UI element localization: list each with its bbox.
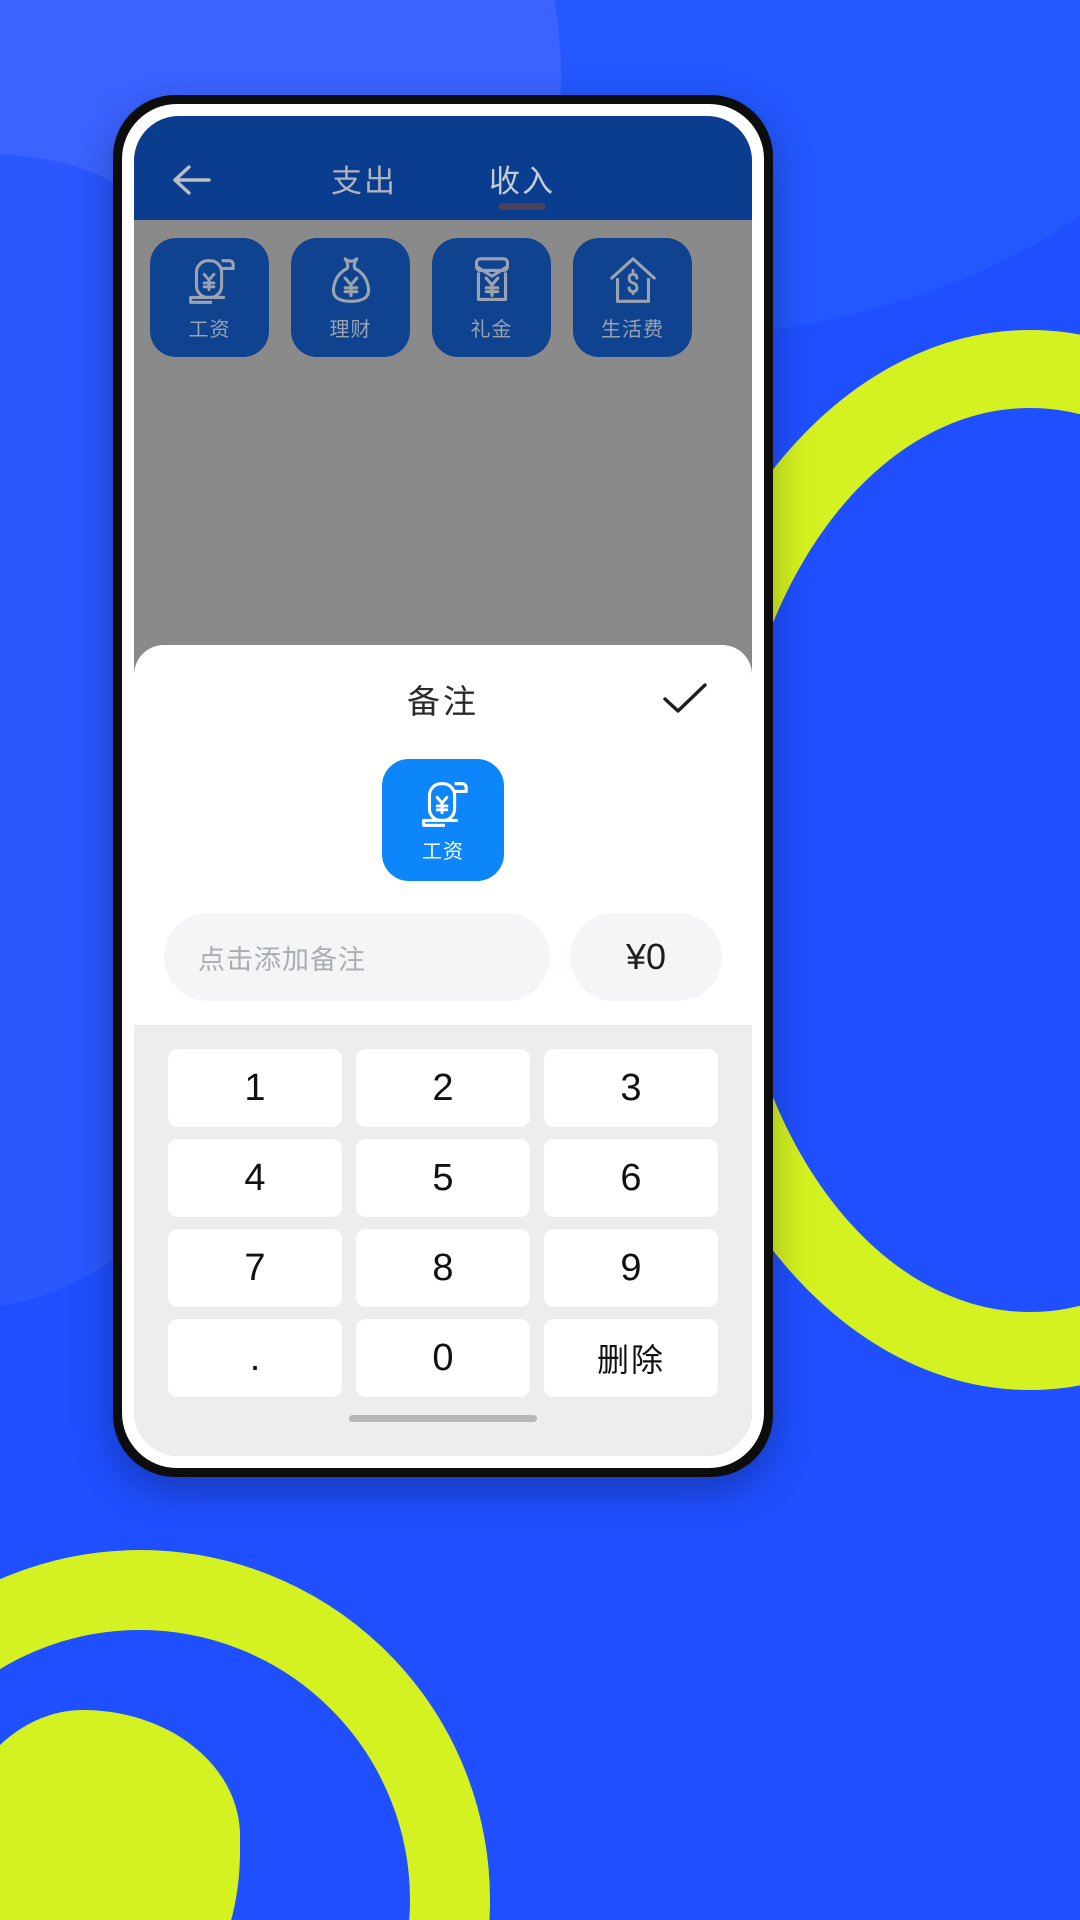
key-8[interactable]: 8 [356,1229,530,1307]
key-6[interactable]: 6 [544,1139,718,1217]
amount-display[interactable]: ¥0 [570,913,722,1001]
scroll-yen-icon [412,776,474,834]
key-4[interactable]: 4 [168,1139,342,1217]
key-5[interactable]: 5 [356,1139,530,1217]
key-2[interactable]: 2 [356,1049,530,1127]
category-item-salary[interactable]: 工资 [150,238,269,357]
phone-mockup-frame: 支出 收入 工资 理财 礼金 生活费 备注 工资 点击添加备注 ¥0 1 2 3… [113,95,773,1477]
key-0[interactable]: 0 [356,1319,530,1397]
envelope-yen-icon [461,253,523,311]
category-area: 工资 理财 礼金 生活费 [134,220,752,716]
note-input[interactable]: 点击添加备注 [164,913,550,1001]
wallpaper-background: 支出 收入 工资 理财 礼金 生活费 备注 工资 点击添加备注 ¥0 1 2 3… [0,0,1080,1920]
key-7[interactable]: 7 [168,1229,342,1307]
category-item-gift-money[interactable]: 礼金 [432,238,551,357]
note-bottom-sheet: 备注 工资 点击添加备注 ¥0 1 2 3 4 5 6 7 8 9 . 0 删除 [134,645,752,1456]
category-label: 礼金 [470,319,513,341]
money-bag-yen-icon [320,253,382,311]
category-grid: 工资 理财 礼金 生活费 [150,238,736,357]
category-label: 工资 [188,319,231,341]
check-icon [660,679,710,724]
entry-row: 点击添加备注 ¥0 [134,899,752,1025]
sheet-header: 备注 [134,645,752,753]
scroll-yen-icon [179,253,241,311]
tab-income[interactable]: 收入 [489,156,555,210]
confirm-button[interactable] [654,675,716,727]
category-item-investment[interactable]: 理财 [291,238,410,357]
note-placeholder: 点击添加备注 [198,944,366,975]
background-lime-shape-bottom-left [0,1710,240,1920]
selected-category-salary[interactable]: 工资 [382,759,504,881]
category-item-living-expenses[interactable]: 生活费 [573,238,692,357]
keypad-grid: 1 2 3 4 5 6 7 8 9 . 0 删除 [144,1039,742,1397]
key-1[interactable]: 1 [168,1049,342,1127]
category-label: 理财 [329,319,372,341]
tab-bar[interactable]: 支出 收入 [134,156,752,210]
background-lime-arc-bottom [0,1550,490,1920]
sheet-title: 备注 [407,683,479,720]
house-dollar-icon [602,253,664,311]
app-bar: 支出 收入 [134,116,752,220]
home-indicator [349,1415,537,1422]
selected-category-label: 工资 [422,841,464,863]
selected-category-wrap: 工资 [134,753,752,899]
numeric-keypad: 1 2 3 4 5 6 7 8 9 . 0 删除 [134,1025,752,1456]
phone-bezel: 支出 收入 工资 理财 礼金 生活费 备注 工资 点击添加备注 ¥0 1 2 3… [122,104,764,1468]
category-label: 生活费 [601,319,664,341]
key-3[interactable]: 3 [544,1049,718,1127]
amount-value: ¥0 [625,936,667,977]
key-9[interactable]: 9 [544,1229,718,1307]
phone-screen: 支出 收入 工资 理财 礼金 生活费 备注 工资 点击添加备注 ¥0 1 2 3… [134,116,752,1456]
key-delete[interactable]: 删除 [544,1319,718,1397]
tab-expense[interactable]: 支出 [331,156,397,210]
key-decimal[interactable]: . [168,1319,342,1397]
